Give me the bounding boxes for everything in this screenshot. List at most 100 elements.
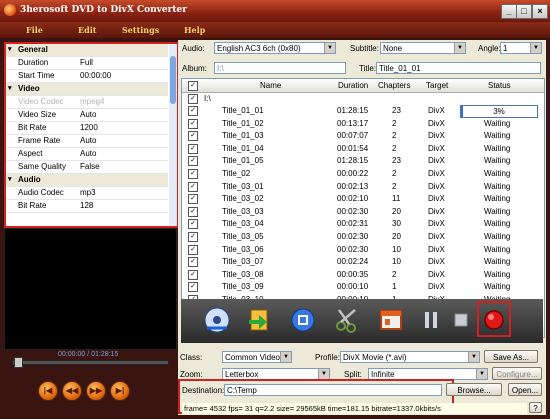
property-value[interactable]: False	[80, 162, 100, 171]
row-checkbox[interactable]: ✓	[188, 143, 198, 154]
table-row[interactable]: ✓ Title_03_01 00:02:13 2 DivX Waiting	[182, 181, 544, 193]
minimize-button[interactable]: _	[501, 4, 517, 19]
next-button[interactable]: ▶|	[110, 381, 130, 401]
property-value[interactable]: Auto	[80, 110, 96, 119]
property-value[interactable]: 128	[80, 201, 93, 210]
album-field[interactable]: I:\	[214, 62, 346, 74]
convert-record-icon[interactable]	[480, 306, 508, 334]
title-chapters: 10	[392, 244, 401, 254]
column-chapters[interactable]: Chapters	[378, 81, 410, 90]
column-duration[interactable]: Duration	[338, 81, 368, 90]
pause-icon[interactable]	[417, 306, 445, 334]
angle-select[interactable]: 1 ▼	[500, 42, 542, 54]
disc-load-icon[interactable]	[203, 306, 231, 334]
property-value[interactable]: 1200	[80, 123, 98, 132]
properties-scrollbar[interactable]	[169, 44, 177, 226]
menu-settings[interactable]: Settings	[122, 25, 159, 35]
title-field[interactable]: Title_01_01	[376, 62, 541, 74]
rewind-button[interactable]: ◀◀	[62, 381, 82, 401]
help-button[interactable]: ?	[529, 402, 542, 413]
table-row[interactable]: ✓ Title_03_06 00:02:30 10 DivX Waiting	[182, 244, 544, 256]
row-checkbox[interactable]: ✓	[188, 194, 198, 205]
table-row[interactable]: ✓ Title_01_01 01:28:15 23 DivX 3%	[182, 105, 544, 118]
row-checkbox[interactable]: ✓	[188, 156, 198, 167]
property-value[interactable]: Full	[80, 58, 93, 67]
row-checkbox[interactable]: ✓	[188, 206, 198, 217]
property-value[interactable]: 00:00:00	[80, 71, 111, 80]
table-row[interactable]: ✓ Title_01_02 00:13:17 2 DivX Waiting	[182, 118, 544, 130]
row-checkbox[interactable]: ✓	[188, 131, 198, 142]
stop-icon[interactable]	[447, 306, 475, 334]
property-row[interactable]: Video Codec mpeg4	[6, 96, 168, 109]
menu-help[interactable]: Help	[184, 25, 205, 35]
seek-handle[interactable]	[14, 357, 23, 368]
seek-track[interactable]	[12, 360, 169, 365]
profile-select[interactable]: DivX Movie (*.avi) ▼	[340, 351, 480, 363]
open-button[interactable]: Open...	[508, 383, 542, 396]
table-row[interactable]: ✓ Title_01_03 00:07:07 2 DivX Waiting	[182, 130, 544, 142]
property-row[interactable]: Same Quality False	[6, 161, 168, 174]
property-row[interactable]: Audio Codec mp3	[6, 187, 168, 200]
property-row[interactable]: Frame Rate Auto	[6, 135, 168, 148]
property-row[interactable]: Video Size Auto	[6, 109, 168, 122]
menu-file[interactable]: File	[26, 25, 43, 35]
row-checkbox[interactable]: ✓	[188, 181, 198, 192]
browse-button[interactable]: Browse...	[446, 383, 502, 396]
select-all-checkbox[interactable]: ✓	[188, 81, 198, 91]
class-select[interactable]: Common Video ▼	[222, 351, 292, 363]
scroll-thumb[interactable]	[170, 56, 176, 104]
fast-forward-button[interactable]: ▶▶	[86, 381, 106, 401]
table-root-row[interactable]: ✓ I:\	[182, 93, 544, 105]
property-value[interactable]: Auto	[80, 149, 96, 158]
destination-field[interactable]: C:\Temp	[224, 384, 442, 396]
collapse-icon[interactable]: ▾	[8, 45, 12, 53]
property-value[interactable]: Auto	[80, 136, 96, 145]
table-row[interactable]: ✓ Title_01_05 01:28:15 23 DivX Waiting	[182, 155, 544, 167]
property-row[interactable]: Bit Rate 128	[6, 200, 168, 213]
column-target[interactable]: Target	[426, 81, 448, 90]
property-value[interactable]: mpeg4	[80, 97, 104, 106]
row-checkbox[interactable]: ✓	[188, 169, 198, 179]
property-row[interactable]: Start Time 00:00:00	[6, 70, 168, 83]
column-name[interactable]: Name	[260, 81, 281, 90]
collapse-icon[interactable]: ▾	[8, 175, 12, 183]
table-row[interactable]: ✓ Title_03_09 00:00:10 1 DivX Waiting	[182, 281, 544, 293]
table-row[interactable]: ✓ Title_03_04 00:02:31 30 DivX Waiting	[182, 218, 544, 230]
snapshot-icon[interactable]	[377, 306, 405, 334]
maximize-button[interactable]: □	[516, 4, 532, 19]
row-checkbox[interactable]: ✓	[188, 219, 198, 230]
property-row[interactable]: Duration Full	[6, 57, 168, 70]
row-checkbox[interactable]: ✓	[188, 232, 198, 242]
property-row[interactable]: Aspect Auto	[6, 148, 168, 161]
table-row[interactable]: ✓ Title_03_03 00:02:30 20 DivX Waiting	[182, 206, 544, 218]
table-row[interactable]: ✓ Title_03_05 00:02:30 20 DivX Waiting	[182, 231, 544, 243]
menu-edit[interactable]: Edit	[78, 25, 96, 35]
table-row[interactable]: ✓ Title_02 00:00:22 2 DivX Waiting	[182, 168, 544, 180]
table-row[interactable]: ✓ Title_03_07 00:02:24 10 DivX Waiting	[182, 256, 544, 268]
table-row[interactable]: ✓ Title_03_08 00:00:35 2 DivX Waiting	[182, 269, 544, 281]
import-icon[interactable]	[245, 306, 273, 334]
subtitle-select[interactable]: None ▼	[380, 42, 466, 54]
property-row[interactable]: Bit Rate 1200	[6, 122, 168, 135]
row-checkbox[interactable]: ✓	[188, 269, 198, 280]
table-row[interactable]: ✓ Title_01_04 00:01:54 2 DivX Waiting	[182, 143, 544, 155]
row-checkbox[interactable]: ✓	[188, 244, 198, 255]
title-chapters: 2	[392, 131, 397, 141]
row-checkbox[interactable]: ✓	[188, 106, 198, 116]
table-row[interactable]: ✓ Title_03_02 00:02:10 11 DivX Waiting	[182, 193, 544, 205]
close-button[interactable]: ×	[532, 4, 548, 19]
title-target: DivX	[428, 156, 445, 166]
column-status[interactable]: Status	[488, 81, 511, 90]
trim-icon[interactable]	[333, 306, 361, 334]
settings-icon[interactable]	[289, 306, 317, 334]
property-value[interactable]: mp3	[80, 188, 96, 197]
configure-button[interactable]: Configure...	[492, 367, 542, 380]
previous-button[interactable]: |◀	[38, 381, 58, 401]
row-checkbox[interactable]: ✓	[188, 282, 198, 293]
collapse-icon[interactable]: ▾	[8, 84, 12, 92]
row-checkbox[interactable]: ✓	[188, 257, 198, 268]
save-as-button[interactable]: Save As...	[484, 350, 538, 363]
audio-select[interactable]: English AC3 6ch (0x80) ▼	[214, 42, 336, 54]
row-checkbox[interactable]: ✓	[188, 94, 198, 104]
row-checkbox[interactable]: ✓	[188, 118, 198, 129]
